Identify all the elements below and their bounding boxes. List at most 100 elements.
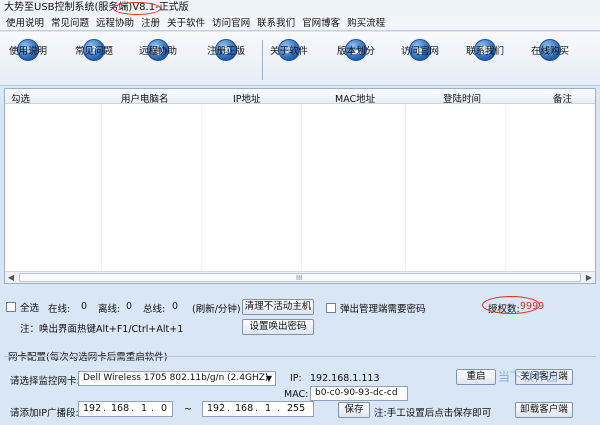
status-row: 全选	[6, 300, 39, 314]
popup-password-checkbox[interactable]	[326, 303, 336, 313]
column-divider	[101, 104, 102, 270]
horizontal-scrollbar[interactable]: ◀ III ▶	[5, 271, 595, 283]
window-titlebar: 大势至USB控制系统(服务端)V8.1-正式版	[0, 0, 600, 16]
toolbar-version-button[interactable]: ☁ 版本划分	[324, 36, 388, 84]
column-divider	[505, 104, 506, 270]
client-table[interactable]: 勾选 用户电脑名 IP地址 MAC地址 登陆时间 备注 ◀ III ▶	[4, 88, 596, 284]
menu-item-about[interactable]: 关于软件	[167, 16, 205, 30]
column-divider	[301, 104, 302, 270]
column-divider	[201, 104, 202, 270]
mac-label: MAC:	[284, 389, 309, 400]
toolbar-remote-label: 远程协助	[138, 46, 177, 57]
menu-item-remote[interactable]: 远程协助	[96, 16, 134, 30]
watermark-logo: 当下软件园	[498, 370, 559, 384]
menu-item-website[interactable]: 访问官网	[212, 16, 250, 30]
select-all-checkbox[interactable]	[6, 302, 16, 312]
license-count-value: 9999	[520, 301, 545, 312]
total-label: 总线:	[143, 304, 166, 315]
ip-range-start-input[interactable]: 192 . 168 . 1 . 0	[78, 401, 173, 417]
ip-dot: .	[131, 403, 135, 414]
column-divider	[405, 104, 406, 270]
ip-range-tilde: ~	[184, 404, 192, 415]
toolbar-help-button[interactable]: ✎ 使用说明	[0, 36, 60, 84]
ip-dot: .	[151, 403, 155, 414]
toolbar-register-button[interactable]: ® 注册正版	[194, 36, 258, 84]
window-title: 大势至USB控制系统(服务端)V8.1-	[4, 2, 159, 13]
popup-password-label: 弹出管理端需要密码	[340, 304, 426, 315]
nic-section-divider	[4, 356, 596, 357]
toolbar-buy-button[interactable]: 🛒 在线购买	[518, 36, 582, 84]
menu-item-faq[interactable]: 常见问题	[51, 16, 89, 30]
nic-select-dropdown[interactable]: Dell Wireless 1705 802.11b/g/n (2.4GHZ) …	[78, 371, 276, 386]
ip-range-end-input[interactable]: 192 . 168 . 1 . 255	[202, 401, 314, 417]
popup-password-option[interactable]: 弹出管理端需要密码	[326, 301, 426, 315]
online-count: 0	[81, 301, 88, 312]
hotkey-note: 注：唤出界面热键Alt+F1/Ctrl+Alt+1	[20, 324, 184, 335]
window-title-edition: 正式版	[158, 2, 189, 13]
menu-bar: 使用说明 常见问题 远程协助 注册 关于软件 访问官网 联系我们 官网博客 购买…	[0, 16, 600, 31]
offline-label: 离线:	[98, 304, 121, 315]
scroll-left-icon[interactable]: ◀	[5, 272, 17, 283]
ip-start-octet-2: 168	[111, 403, 130, 414]
column-header-check[interactable]: 勾选	[11, 91, 30, 105]
toolbar-website-button[interactable]: e 访问官网	[388, 36, 452, 84]
select-all-label: 全选	[20, 303, 40, 314]
uninstall-client-button[interactable]: 卸载客户端	[515, 402, 573, 418]
toolbar-contact-label: 联系我们	[465, 46, 504, 57]
refresh-per-minute: (刷新/分钟)	[192, 304, 241, 315]
scroll-right-icon[interactable]: ▶	[583, 272, 595, 283]
menu-item-help[interactable]: 使用说明	[6, 16, 44, 30]
menu-item-register[interactable]: 注册	[141, 16, 160, 30]
total-count: 0	[172, 301, 179, 312]
clear-inactive-hosts-button[interactable]: 清理不活动主机	[242, 299, 314, 315]
column-header-login-time[interactable]: 登陆时间	[443, 91, 481, 105]
offline-count: 0	[126, 301, 133, 312]
ip-start-octet-4: 0	[161, 403, 168, 414]
ip-dot: .	[277, 403, 281, 414]
toolbar-about-button[interactable]: ✐ 关于软件	[257, 36, 321, 84]
toolbar-buy-label: 在线购买	[530, 46, 569, 57]
nic-select-label: 请选择监控网卡:	[10, 376, 80, 387]
chevron-down-icon[interactable]: ▼	[266, 372, 272, 385]
add-ip-label: 请添加IP广播段:	[10, 408, 79, 419]
column-header-ip[interactable]: IP地址	[233, 91, 261, 105]
toolbar-faq-label: 常见问题	[74, 46, 113, 57]
toolbar-help-label: 使用说明	[8, 46, 47, 57]
ip-start-octet-1: 192	[83, 403, 102, 414]
save-note: 注:手工设置后点击保存即可	[374, 408, 492, 419]
menu-item-contact[interactable]: 联系我们	[257, 16, 295, 30]
nic-selected-value: Dell Wireless 1705 802.11b/g/n (2.4GHZ)	[83, 373, 269, 383]
table-header: 勾选 用户电脑名 IP地址 MAC地址 登陆时间 备注	[5, 89, 595, 105]
column-header-remarks[interactable]: 备注	[553, 91, 572, 105]
ip-end-octet-4: 255	[287, 403, 306, 414]
toolbar-faq-button[interactable]: ? 常见问题	[62, 36, 126, 84]
toolbar-version-label: 版本划分	[336, 46, 375, 57]
scrollbar-grip: III	[296, 274, 303, 282]
scrollbar-thumb[interactable]: III	[19, 273, 581, 282]
ip-dot: .	[103, 403, 107, 414]
set-popup-password-button[interactable]: 设置唤出密码	[242, 319, 314, 335]
ip-dot: .	[255, 403, 259, 414]
mac-field[interactable]: b0-c0-90-93-dc-cd	[310, 386, 408, 401]
column-header-computer-name[interactable]: 用户电脑名	[121, 91, 169, 105]
online-label: 在线:	[48, 304, 71, 315]
ip-end-octet-3: 1	[265, 403, 272, 414]
menu-item-purchase[interactable]: 购买流程	[347, 16, 385, 30]
toolbar-contact-button[interactable]: ☎ 联系我们	[453, 36, 517, 84]
ip-dot: .	[227, 403, 231, 414]
restart-button[interactable]: 重启	[456, 369, 496, 385]
toolbar-remote-button[interactable]: ☺ 远程协助	[126, 36, 190, 84]
toolbar-about-label: 关于软件	[269, 46, 308, 57]
save-button[interactable]: 保存	[338, 402, 370, 418]
menu-item-blog[interactable]: 官网博客	[302, 16, 340, 30]
ip-end-octet-1: 192	[207, 403, 226, 414]
column-header-mac[interactable]: MAC地址	[335, 91, 375, 105]
mac-value: b0-c0-90-93-dc-cd	[315, 388, 398, 398]
license-count-label: 授权数:	[488, 304, 520, 315]
ip-start-octet-3: 1	[141, 403, 148, 414]
toolbar: ✎ 使用说明 ? 常见问题 ☺ 远程协助 ® 注册正版 ✐ 关于软件 ☁ 版本划…	[0, 32, 600, 86]
ip-label: IP:	[290, 373, 302, 384]
ip-value: 192.168.1.113	[310, 373, 380, 384]
toolbar-website-label: 访问官网	[400, 46, 439, 57]
ip-end-octet-2: 168	[235, 403, 254, 414]
